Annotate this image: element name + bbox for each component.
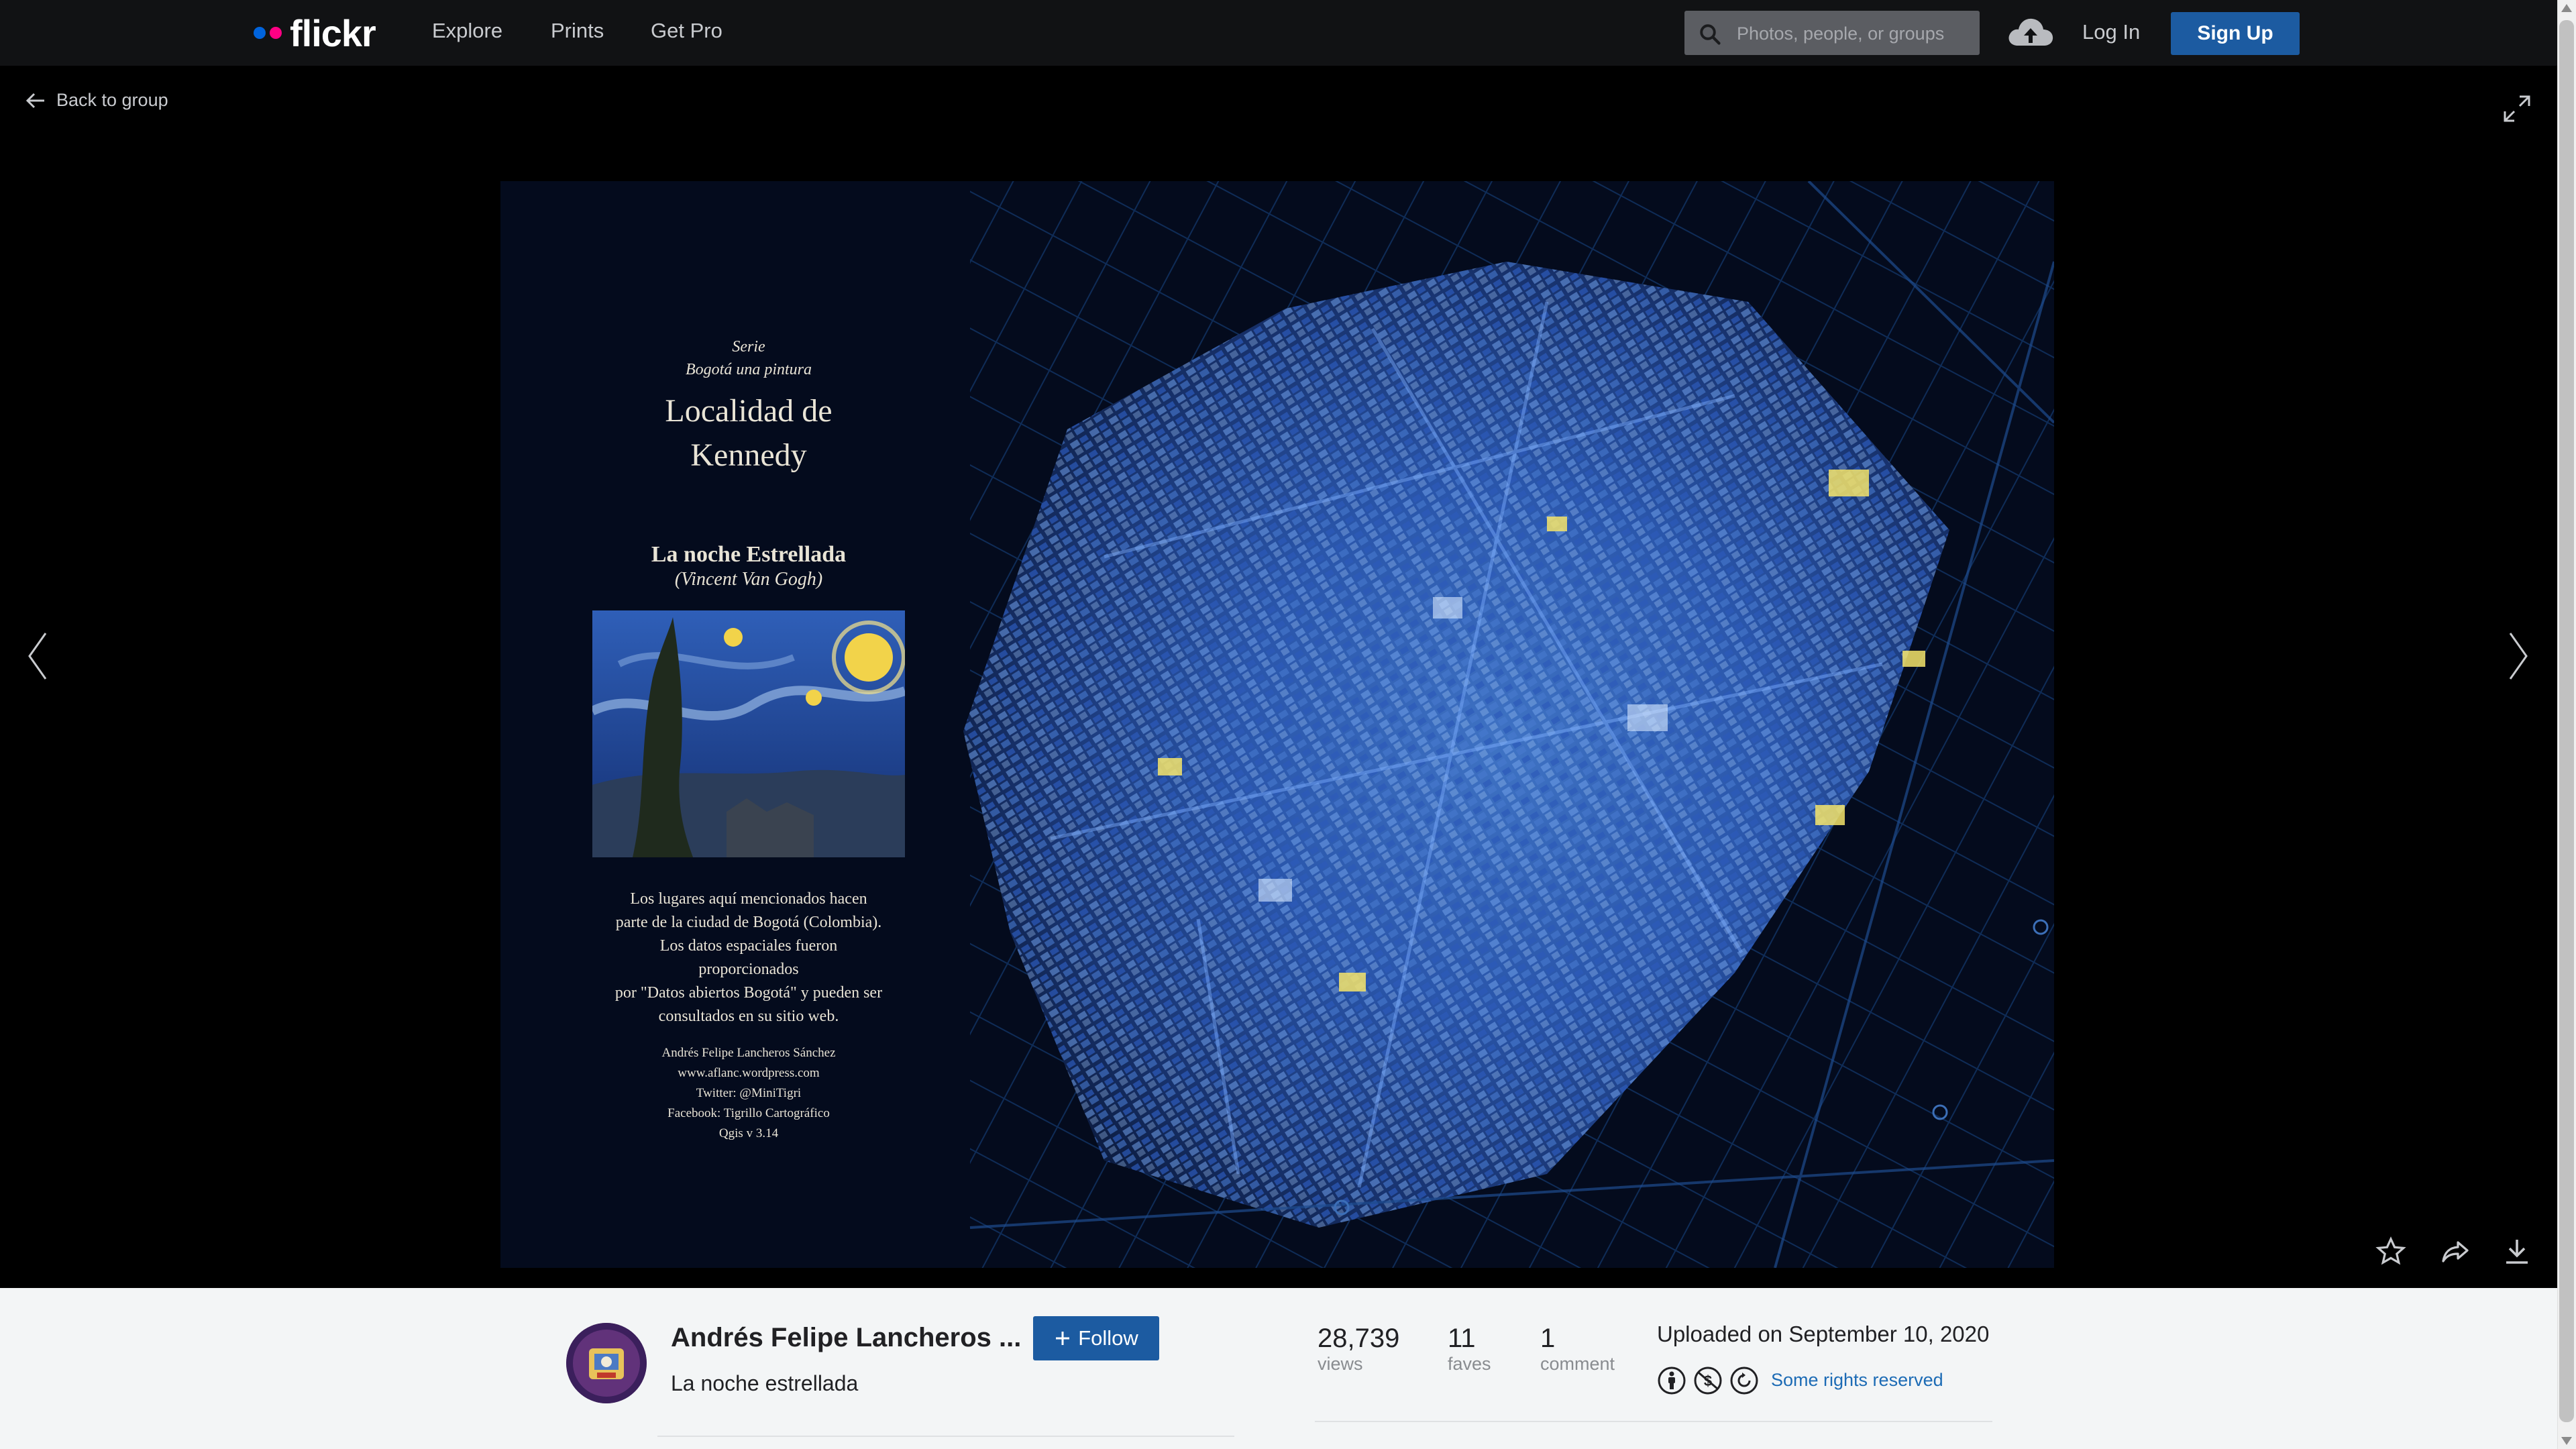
comments-stat[interactable]: 1 comment — [1540, 1323, 1615, 1374]
next-photo-icon[interactable] — [2508, 631, 2530, 682]
faves-count: 11 — [1448, 1324, 1476, 1353]
signup-button[interactable]: Sign Up — [2171, 12, 2300, 55]
views-label: views — [1318, 1354, 1363, 1374]
back-label: Back to group — [56, 90, 168, 110]
search-input[interactable] — [1735, 11, 1973, 56]
credit-line: Twitter: @MiniTigri — [696, 1086, 802, 1100]
fave-star-icon[interactable] — [2375, 1236, 2407, 1268]
divider — [657, 1436, 1234, 1437]
faves-stat[interactable]: 11 faves — [1448, 1323, 1491, 1374]
plus-icon — [1056, 1332, 1070, 1345]
search-icon — [1700, 24, 1721, 45]
search-box[interactable] — [1684, 11, 1980, 56]
artwork-title-line1: Localidad de — [665, 393, 833, 429]
series-label: Serie — [732, 338, 765, 356]
share-icon[interactable] — [2439, 1236, 2471, 1268]
credit-line: Facebook: Tigrillo Cartográfico — [667, 1106, 830, 1120]
comments-count: 1 — [1540, 1324, 1556, 1353]
desc-line: por "Datos abiertos Bogotá" y pueden ser — [614, 984, 883, 1002]
artwork-title-line2: Kennedy — [690, 437, 807, 473]
nav-explore-link[interactable]: Explore — [432, 19, 502, 43]
license-icons[interactable]: $ — [1657, 1366, 1759, 1395]
starry-night-painting — [590, 610, 907, 857]
series-name: Bogotá una pintura — [685, 361, 812, 378]
nav-prints-link[interactable]: Prints — [551, 19, 604, 43]
cc-sharealike-icon — [1730, 1366, 1758, 1395]
cc-attribution-icon — [1658, 1366, 1686, 1395]
cc-noncommercial-icon: $ — [1694, 1366, 1722, 1395]
avatar[interactable] — [566, 1323, 647, 1403]
top-navigation: flickr Explore Prints Get Pro Log In Sig… — [0, 0, 2576, 66]
download-icon[interactable] — [2501, 1236, 2533, 1268]
avatar-image — [566, 1323, 647, 1403]
scroll-down-icon[interactable] — [2561, 1437, 2572, 1445]
views-stat: 28,739 views — [1318, 1323, 1399, 1374]
login-link[interactable]: Log In — [2082, 20, 2140, 44]
views-count: 28,739 — [1318, 1324, 1400, 1353]
painting-author: (Vincent Van Gogh) — [674, 569, 823, 590]
artwork-subtitle: La noche Estrellada — [651, 542, 847, 567]
logo-text: flickr — [290, 11, 376, 54]
credit-line: www.aflanc.wordpress.com — [678, 1066, 820, 1080]
artwork-description: Los lugares aquí mencionados hacen parte… — [614, 888, 883, 1028]
flickr-logo[interactable]: flickr — [254, 12, 376, 54]
logo-pink-dot — [270, 27, 282, 39]
rights-link[interactable]: Some rights reserved — [1771, 1370, 1943, 1391]
fullscreen-icon[interactable] — [2502, 94, 2532, 123]
logo-blue-dot — [254, 27, 266, 39]
desc-line: consultados en su sitio web. — [658, 1008, 839, 1025]
artwork-title: Localidad de Kennedy — [614, 389, 883, 478]
follow-label: Follow — [1078, 1326, 1138, 1350]
scrollbar-thumb[interactable] — [2559, 20, 2574, 1422]
back-to-group-link[interactable]: Back to group — [25, 90, 168, 111]
credit-line: Qgis v 3.14 — [718, 1126, 779, 1140]
divider — [1315, 1421, 1992, 1422]
main-photo: Serie Bogotá una pintura Localidad de Ke… — [500, 181, 2054, 1268]
upload-cloud-icon[interactable] — [2006, 13, 2055, 51]
desc-line: Los datos espaciales fueron proporcionad… — [659, 937, 838, 978]
comments-label: comment — [1540, 1354, 1615, 1374]
faves-label: faves — [1448, 1354, 1491, 1374]
photo-info-panel — [0, 1288, 2576, 1449]
previous-photo-icon[interactable] — [25, 631, 48, 682]
upload-date: Uploaded on September 10, 2020 — [1657, 1322, 1990, 1346]
arrow-left-icon — [25, 93, 44, 108]
artwork-credits: Andrés Felipe Lancheros Sánchez www.afla… — [614, 1043, 883, 1144]
desc-line: Los lugares aquí mencionados hacen — [630, 890, 867, 908]
artwork-caption: Serie Bogotá una pintura Localidad de Ke… — [590, 335, 907, 1144]
owner-name[interactable]: Andrés Felipe Lancheros ... — [671, 1323, 1021, 1353]
credit-line: Andrés Felipe Lancheros Sánchez — [661, 1046, 836, 1060]
photo-title: La noche estrellada — [671, 1371, 859, 1395]
desc-line: parte de la ciudad de Bogotá (Colombia). — [615, 914, 882, 931]
follow-button[interactable]: Follow — [1033, 1316, 1159, 1360]
nav-get-pro-link[interactable]: Get Pro — [651, 19, 722, 43]
scroll-up-icon[interactable] — [2561, 4, 2572, 12]
